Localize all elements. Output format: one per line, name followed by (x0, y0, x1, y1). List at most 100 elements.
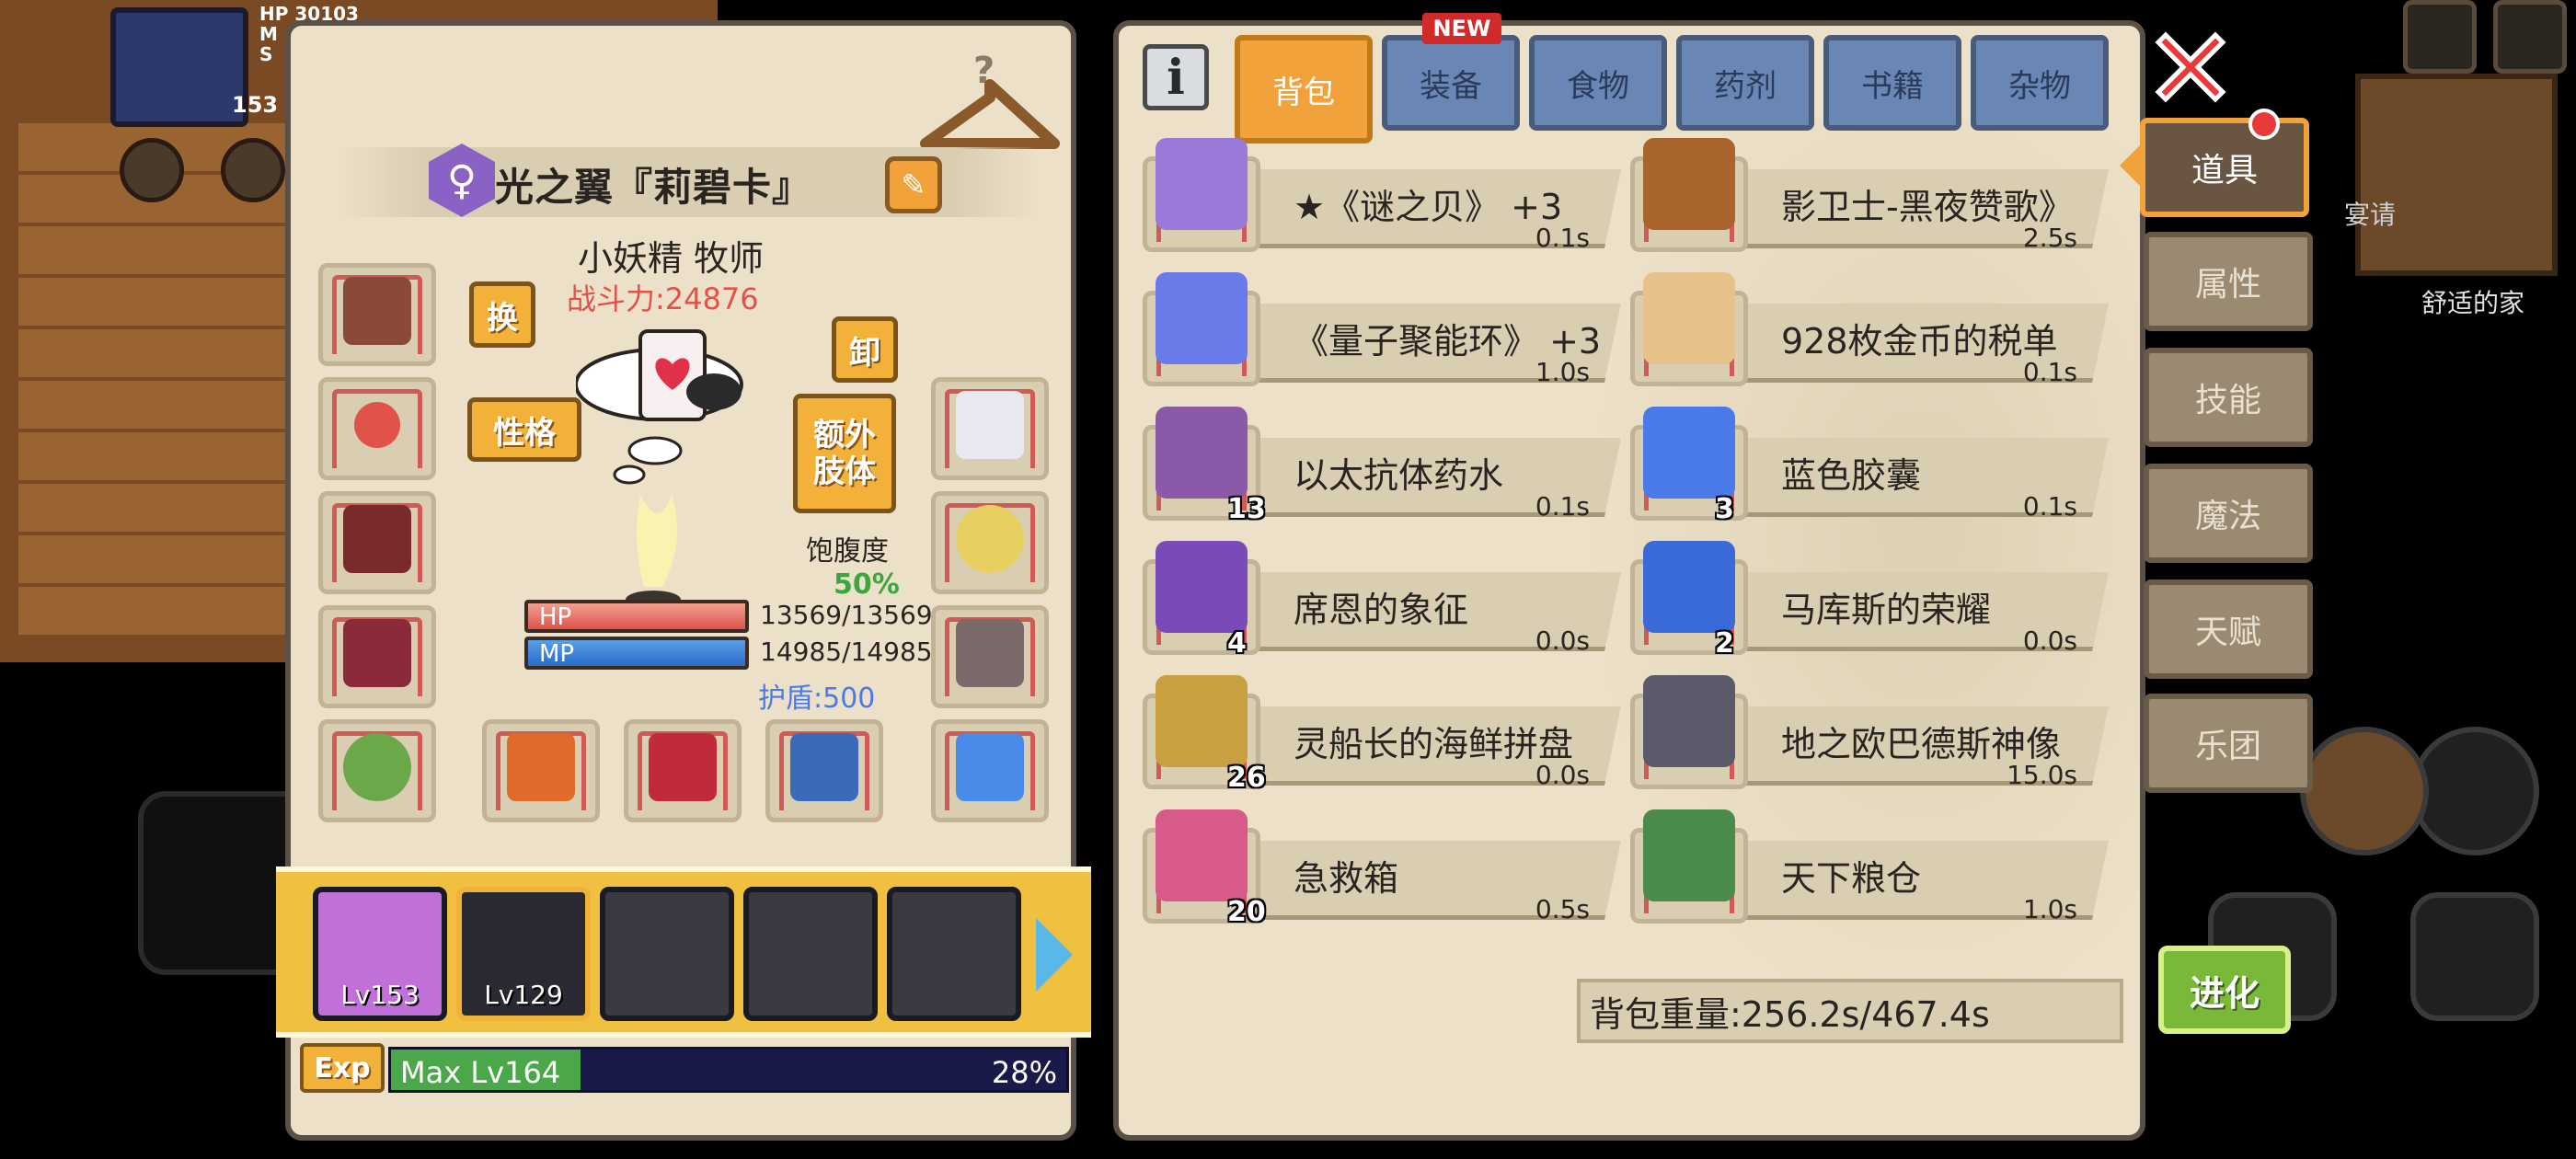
tax-bill-icon (1643, 272, 1735, 364)
equip-slot-gloves[interactable] (931, 377, 1049, 480)
inventory-item[interactable]: 以太抗体药水 0.1s 13 (1143, 407, 1621, 525)
equip-slot-weapon-3[interactable] (765, 719, 883, 822)
inventory-item[interactable]: 928枚金币的税单 0.1s (1630, 272, 2109, 390)
item-weight: 2.5s (2022, 223, 2077, 253)
mp-label: MP (539, 640, 575, 668)
side-tab-talent[interactable]: 天赋 (2144, 580, 2313, 679)
mp-value: 14985/14985 (760, 637, 933, 667)
equip-slot-mirror[interactable] (931, 491, 1049, 594)
tab-backpack[interactable]: 背包 (1235, 35, 1373, 143)
item-name: 928枚金币的税单 (1781, 321, 2058, 361)
team-member-slot-empty[interactable] (743, 887, 878, 1021)
side-tab-attributes[interactable]: 属性 (2144, 232, 2313, 331)
notification-dot-icon (2248, 109, 2280, 140)
race-class-label: 小妖精 牧师 (578, 238, 765, 279)
inventory-item[interactable]: 蓝色胶囊 0.1s 3 (1630, 407, 2109, 525)
side-tab-magic[interactable]: 魔法 (2144, 464, 2313, 563)
side-tab-pointer-icon (2120, 143, 2142, 188)
seafood-platter-icon (1156, 675, 1248, 767)
minimap[interactable] (2355, 74, 2558, 276)
exit-fullscreen-icon[interactable] (2493, 0, 2567, 74)
team-member-slot[interactable]: Lv153 (313, 887, 447, 1021)
tab-food[interactable]: 食物 (1529, 35, 1667, 131)
character-name: 光之翼『莉碧卡』 (495, 165, 812, 210)
skill-button-shield[interactable] (2410, 727, 2539, 855)
inventory-item[interactable]: 《量子聚能环》 +3 1.0s (1143, 272, 1621, 390)
side-tab-skills[interactable]: 技能 (2144, 348, 2313, 447)
equip-slot-necklace[interactable] (318, 377, 436, 480)
inventory-item[interactable]: 灵船长的海鲜拼盘 0.0s 26 (1143, 675, 1621, 794)
hud-buff-icon[interactable] (221, 138, 285, 202)
inventory-item[interactable]: ★《谜之贝》 +3 0.1s (1143, 138, 1621, 256)
item-name: 蓝色胶囊 (1781, 455, 1922, 496)
equip-slot-ring[interactable] (318, 719, 436, 822)
team-member-slot-empty[interactable] (600, 887, 734, 1021)
equip-slot-weapon-2[interactable] (624, 719, 742, 822)
equip-slot-weapon-1[interactable] (482, 719, 600, 822)
item-name: 天下粮仓 (1781, 858, 1922, 899)
swap-button[interactable]: 换 (469, 281, 535, 348)
evolve-button[interactable]: 进化 (2158, 946, 2291, 1034)
new-badge: NEW (1422, 13, 1501, 44)
blue-crystal-icon (1643, 541, 1735, 633)
grain-sack-icon (1643, 809, 1735, 901)
inventory-item[interactable]: 席恩的象征 0.0s 4 (1143, 541, 1621, 660)
item-weight: 0.1s (2022, 491, 2077, 522)
skill-button-shuriken[interactable] (2300, 727, 2429, 855)
side-tab-band[interactable]: 乐团 (2144, 694, 2313, 793)
tab-equipment[interactable]: 装备 (1382, 35, 1520, 131)
inventory-item[interactable]: 天下粮仓 1.0s (1630, 809, 2109, 927)
character-panel: ? ♀ 光之翼『莉碧卡』 ✎ 小妖精 牧师 战斗力:24876 换 卸 性格 额… (276, 20, 1091, 1141)
inventory-item[interactable]: 地之欧巴德斯神像 15.0s (1630, 675, 2109, 793)
team-member-level: Lv153 (340, 980, 420, 1010)
item-weight: 1.0s (2022, 894, 2077, 924)
exp-level-label: Max Lv164 (400, 1055, 561, 1090)
equip-slot-head[interactable] (318, 263, 436, 366)
item-name: 席恩的象征 (1294, 590, 1469, 630)
tab-potion[interactable]: 药剂 (1676, 35, 1814, 131)
item-name: 灵船长的海鲜拼盘 (1294, 724, 1574, 764)
potion-icon (1156, 407, 1248, 499)
equip-slot-armor[interactable] (318, 605, 436, 708)
inventory-item[interactable]: 急救箱 0.5s 20 (1143, 809, 1621, 928)
close-icon[interactable] (2149, 26, 2232, 109)
item-quantity: 4 (1227, 627, 1247, 660)
skill-button-bow[interactable] (2410, 892, 2539, 1021)
hud-skill-icon[interactable] (120, 138, 184, 202)
inventory-item[interactable]: 影卫士-黑夜赞歌》 2.5s (1630, 138, 2109, 256)
item-quantity: 26 (1227, 762, 1266, 794)
wardrobe-hanger-icon[interactable]: ? (916, 42, 1064, 162)
hp-bar: HP (524, 600, 749, 633)
item-name: 以太抗体药水 (1294, 455, 1504, 496)
side-tab-items[interactable]: 道具 (2140, 118, 2309, 217)
tab-books[interactable]: 书籍 (1823, 35, 1961, 131)
mp-bar: MP (524, 637, 749, 670)
inventory-item[interactable]: 马库斯的荣耀 0.0s 2 (1630, 541, 2109, 660)
equip-slot-offhand[interactable] (931, 719, 1049, 822)
item-weight: 0.0s (1535, 625, 1590, 656)
item-quantity: 2 (1715, 627, 1734, 660)
backpack-weight: 背包重量:256.2s/467.4s (1577, 979, 2123, 1043)
unequip-button[interactable]: 卸 (832, 316, 898, 383)
first-aid-kit-icon (1156, 809, 1248, 901)
item-weight: 1.0s (1535, 357, 1590, 387)
hp-value: 13569/13569 (760, 600, 933, 630)
team-member-slot[interactable]: Lv129 (456, 887, 591, 1021)
pencil-icon: ✎ (901, 167, 926, 202)
personality-button[interactable]: 性格 (467, 397, 581, 462)
team-next-arrow-icon[interactable] (1036, 918, 1073, 992)
player-portrait[interactable] (110, 7, 248, 127)
extra-limb-button[interactable]: 额外肢体 (793, 394, 896, 513)
rename-button[interactable]: ✎ (885, 156, 942, 213)
exp-bar: Max Lv164 28% (388, 1047, 1069, 1093)
equip-slot-cloak[interactable] (318, 491, 436, 594)
globe-icon[interactable] (2403, 0, 2477, 74)
team-member-slot-empty[interactable] (887, 887, 1021, 1021)
device-icon (1156, 272, 1248, 364)
shield-value: 护盾:500 (758, 683, 876, 715)
equip-slot-boots[interactable] (931, 605, 1049, 708)
info-button[interactable]: i (1143, 44, 1209, 110)
tab-misc[interactable]: 杂物 (1971, 35, 2109, 131)
info-icon: i (1167, 49, 1185, 106)
team-strip: Lv153 Lv129 (276, 866, 1091, 1038)
